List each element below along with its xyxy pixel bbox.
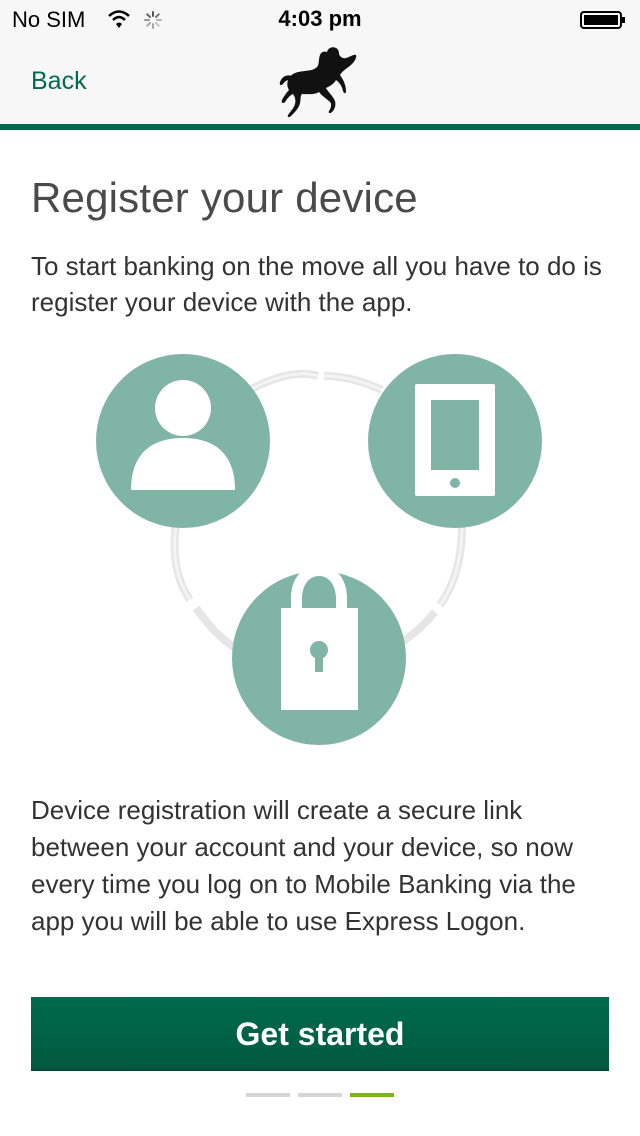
page-indicator xyxy=(246,1093,396,1097)
back-button[interactable]: Back xyxy=(31,67,87,96)
page-indicator-dot-3-active[interactable] xyxy=(350,1093,394,1097)
status-bar: No SIM 4:03 pm xyxy=(0,0,640,40)
battery-icon xyxy=(580,11,625,29)
padlock-icon xyxy=(232,565,406,745)
page-indicator-dot-1[interactable] xyxy=(246,1093,290,1097)
page-indicator-dot-2[interactable] xyxy=(298,1093,342,1097)
intro-text: To start banking on the move all you hav… xyxy=(31,251,602,317)
registration-illustration xyxy=(96,354,542,745)
status-time: 4:03 pm xyxy=(278,6,362,31)
mobile-device-icon xyxy=(368,354,542,528)
get-started-button[interactable]: Get started xyxy=(31,997,609,1071)
registration-description: Device registration will create a secure… xyxy=(31,795,576,936)
black-horse-logo xyxy=(279,47,357,118)
page-title: Register your device xyxy=(31,174,418,221)
nav-divider xyxy=(0,124,640,130)
navigation-bar: Back xyxy=(0,40,640,124)
person-icon xyxy=(96,354,270,528)
